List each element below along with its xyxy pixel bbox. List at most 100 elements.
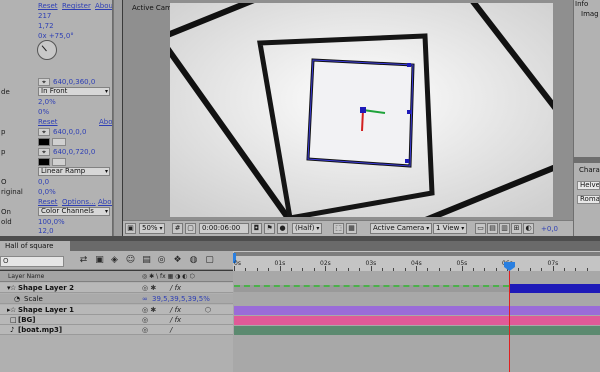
fx-value[interactable]: 217 <box>38 11 51 21</box>
layer-bar-shape-2-selected[interactable] <box>509 284 600 293</box>
font-style-field[interactable]: Roman <box>577 195 600 204</box>
timeline-icon[interactable]: ▥ <box>499 223 510 234</box>
y-axis-gizmo[interactable] <box>361 109 364 132</box>
exposure-value[interactable]: +0,0 <box>541 225 558 233</box>
anchor-point[interactable] <box>360 107 366 113</box>
crosshair-icon[interactable]: ⌖ <box>38 128 50 136</box>
font-family-field[interactable]: Helvet <box>577 181 600 190</box>
effect-controls-scrollbar[interactable] <box>113 0 122 236</box>
layer-row[interactable]: ▾ ☆ Shape Layer 2 ◎ ✱ / fx <box>0 283 233 293</box>
layer-bar-shape-2[interactable] <box>234 285 509 292</box>
frame-blend-icon[interactable]: ▤ <box>140 254 153 267</box>
always-preview-icon[interactable]: ▣ <box>125 223 136 234</box>
reset-link[interactable]: Reset <box>38 1 58 11</box>
fast-preview-icon[interactable]: ▤ <box>487 223 498 234</box>
fx-row-point: ⌖ 640,0,360,0 <box>0 77 112 87</box>
layer-name[interactable]: [boat.mp3] <box>18 325 62 335</box>
image-tab[interactable]: Imag <box>581 10 599 18</box>
brainstorm-icon[interactable]: ❖ <box>171 254 184 267</box>
comp-mini-flowchart-icon[interactable]: ⇄ <box>77 254 90 267</box>
view-layout-dropdown[interactable]: 1 View <box>433 223 468 234</box>
mask-icon[interactable]: ▢ <box>185 223 196 234</box>
property-link-icon[interactable]: ∞ <box>142 294 148 304</box>
register-link[interactable]: Register <box>62 1 91 11</box>
fx-value[interactable]: 0,0 <box>38 177 49 187</box>
reset-link[interactable]: Reset <box>38 117 58 127</box>
eyedropper-icon[interactable] <box>52 138 66 146</box>
composition-canvas[interactable] <box>170 3 553 217</box>
camera-dropdown[interactable]: Active Camera <box>370 223 433 234</box>
options-link[interactable]: Options... <box>62 197 96 207</box>
property-row[interactable]: ◔ Scale ∞ 39,5,39,5,39,5% <box>0 294 233 304</box>
channels-dropdown[interactable]: Color Channels <box>38 207 110 216</box>
region-icon[interactable]: ⬚ <box>333 223 344 234</box>
work-area-bar[interactable] <box>234 252 600 256</box>
snapshot-icon[interactable]: ◘ <box>251 223 262 234</box>
3d-layer-icon[interactable]: ⬡ <box>205 305 211 315</box>
stopwatch-icon[interactable]: ◔ <box>14 294 20 304</box>
resolution-dropdown[interactable]: (Half) <box>292 223 323 234</box>
motion-blur-icon[interactable]: ◎ <box>155 254 168 267</box>
timeline-tab[interactable]: Hall of square <box>0 241 70 251</box>
zoom-dropdown[interactable]: 50% <box>139 223 166 234</box>
panel-divider[interactable] <box>573 157 600 163</box>
current-time-indicator-line[interactable] <box>509 262 510 372</box>
eyedropper-icon[interactable] <box>52 158 66 166</box>
fx-value[interactable]: 2,0% <box>38 97 56 107</box>
render-mode-dropdown[interactable]: In Front <box>38 87 110 96</box>
switch-icons[interactable]: ◎ ✱ <box>142 305 156 315</box>
layer-name[interactable]: Shape Layer 2 <box>18 283 74 293</box>
live-update-icon[interactable]: ▣ <box>93 254 106 267</box>
timeline-search-input[interactable]: O <box>0 256 64 267</box>
fx-value[interactable]: 0,0% <box>38 187 56 197</box>
point-value[interactable]: 640,0,0,0 <box>53 127 86 137</box>
crosshair-icon[interactable]: ⌖ <box>38 148 50 156</box>
info-tab[interactable]: Info <box>575 0 588 8</box>
layer-name[interactable]: Shape Layer 1 <box>18 305 74 315</box>
switch-icons[interactable]: ◎ <box>142 315 148 325</box>
about-link[interactable]: About <box>98 197 112 207</box>
draft-3d-icon[interactable]: ◈ <box>108 254 121 267</box>
switch-icons[interactable]: ◎ ✱ <box>142 283 156 293</box>
color-swatch[interactable] <box>38 158 50 166</box>
layer-name-column[interactable]: Layer Name <box>8 273 44 280</box>
graph-editor-icon[interactable]: ◍ <box>187 254 200 267</box>
layer-bar-shape-1[interactable] <box>234 306 600 315</box>
layer-row[interactable]: ♪ [boat.mp3] ◎ / <box>0 325 233 335</box>
fx-switch-icon[interactable]: / fx <box>170 283 181 293</box>
about-link[interactable]: About <box>99 117 112 127</box>
fx-switch-icon[interactable]: / fx <box>170 305 181 315</box>
grid-icon[interactable]: # <box>172 223 183 234</box>
character-panel-title[interactable]: Chara <box>579 166 600 174</box>
channel-icon[interactable]: ● <box>277 223 288 234</box>
flowchart-icon[interactable]: ⊞ <box>511 223 522 234</box>
layer-name[interactable]: [BG] <box>18 315 35 325</box>
transparency-grid-icon[interactable]: ▦ <box>346 223 357 234</box>
shy-icon[interactable]: ☺ <box>124 254 137 267</box>
fx-label: riginal <box>1 188 23 196</box>
point-value[interactable]: 640,0,720,0 <box>53 147 95 157</box>
layer-row[interactable]: □ [BG] ◎ / fx <box>0 315 233 325</box>
layer-row[interactable]: ▸ ☆ Shape Layer 1 ◎ ✱ / fx ⬡ <box>0 305 233 315</box>
toggle-pixel-icon[interactable]: ▭ <box>475 223 486 234</box>
layer-bar-audio[interactable] <box>234 326 600 335</box>
fx-value[interactable]: 0% <box>38 107 49 117</box>
keyframe-nav-icon[interactable]: ▢ <box>203 254 216 267</box>
fx-value[interactable]: 1,72 <box>38 21 54 31</box>
layer-bar-bg[interactable] <box>234 316 600 325</box>
crosshair-icon[interactable]: ⌖ <box>38 78 50 86</box>
show-snapshot-icon[interactable]: ⚑ <box>264 223 275 234</box>
switch-icons[interactable]: ◎ <box>142 325 148 335</box>
fx-row-reset-1: Reset Register About <box>0 1 112 11</box>
reset-link[interactable]: Reset <box>38 197 58 207</box>
fx-switch-icon[interactable]: / fx <box>170 315 181 325</box>
fx-value[interactable]: 12,0 <box>38 226 54 236</box>
point-value[interactable]: 640,0,360,0 <box>53 77 95 87</box>
timecode-display[interactable]: 0:00:06:00 <box>199 223 249 234</box>
ramp-shape-dropdown[interactable]: Linear Ramp <box>38 167 110 176</box>
exposure-icon[interactable]: ◐ <box>523 223 534 234</box>
about-link[interactable]: About <box>95 1 112 11</box>
color-swatch[interactable] <box>38 138 50 146</box>
scale-value[interactable]: 39,5,39,5,39,5% <box>152 294 210 304</box>
fx-switch-icon[interactable]: / <box>170 325 172 335</box>
